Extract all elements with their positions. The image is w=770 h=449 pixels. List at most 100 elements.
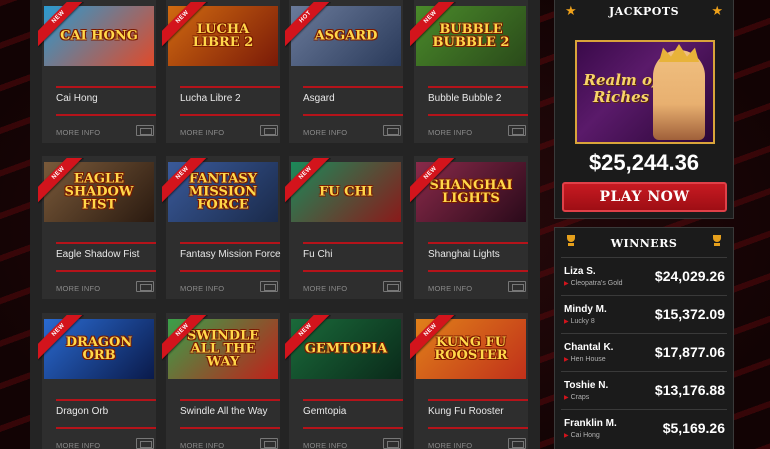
winner-name: Chantal K. <box>564 342 614 353</box>
badge-label: NEW <box>162 2 208 47</box>
more-info-link[interactable]: MORE INFO <box>56 441 100 449</box>
more-info-link[interactable]: MORE INFO <box>303 284 347 293</box>
device-icon <box>136 281 154 292</box>
badge-label: NEW <box>410 2 456 47</box>
game-card[interactable]: DRAGON ORB NEW Dragon Orb MORE INFO <box>38 313 156 449</box>
winner-game-label: Cai Hong <box>570 432 600 439</box>
game-title[interactable]: Bubble Bubble 2 <box>428 93 501 104</box>
winner-name: Toshie N. <box>564 380 609 391</box>
arrow-right-icon: ▶ <box>564 357 569 363</box>
game-card[interactable]: CAI HONG NEW Cai Hong MORE INFO <box>38 0 156 143</box>
more-info-link[interactable]: MORE INFO <box>56 128 100 137</box>
game-card[interactable]: ASGARD HOT Asgard MORE INFO <box>285 0 403 143</box>
winners-panel: WINNERS Liza S. ▶ Cleopatra's Gold $24,02… <box>554 227 734 449</box>
more-info-link[interactable]: MORE INFO <box>428 441 472 449</box>
badge-ribbon: NEW <box>162 315 208 361</box>
winner-amount: $15,372.09 <box>654 306 725 322</box>
game-card[interactable]: FANTASY MISSION FORCE NEW Fantasy Missio… <box>162 156 281 299</box>
game-title[interactable]: Asgard <box>303 93 335 104</box>
crown-icon <box>659 44 699 62</box>
more-info-link[interactable]: MORE INFO <box>56 284 100 293</box>
winner-game[interactable]: ▶ Lucky 8 <box>564 318 595 325</box>
divider <box>180 114 280 116</box>
badge-label: NEW <box>162 315 208 360</box>
winner-game[interactable]: ▶ Cleopatra's Gold <box>564 280 623 287</box>
more-info-link[interactable]: MORE INFO <box>180 441 224 449</box>
game-title[interactable]: Cai Hong <box>56 93 98 104</box>
winner-amount: $5,169.26 <box>662 420 725 436</box>
divider <box>428 86 528 88</box>
game-card[interactable]: FU CHI NEW Fu Chi MORE INFO <box>285 156 403 299</box>
game-card[interactable]: LUCHA LIBRE 2 NEW Lucha Libre 2 MORE INF… <box>162 0 280 143</box>
winner-game[interactable]: ▶ Hen House <box>564 356 606 363</box>
arrow-right-icon: ▶ <box>564 395 569 401</box>
divider <box>56 86 156 88</box>
game-title[interactable]: Kung Fu Rooster <box>428 406 504 417</box>
badge-label: NEW <box>285 158 331 203</box>
game-title[interactable]: Eagle Shadow Fist <box>56 249 139 260</box>
badge-label: NEW <box>285 315 331 360</box>
winner-row: Liza S. ▶ Cleopatra's Gold $24,029.26 <box>561 257 727 295</box>
game-card[interactable]: GEMTOPIA NEW Gemtopia MORE INFO <box>285 313 403 449</box>
winner-row: Toshie N. ▶ Craps $13,176.88 <box>561 371 727 409</box>
divider <box>56 399 156 401</box>
divider <box>180 242 280 244</box>
divider <box>428 399 528 401</box>
game-title[interactable]: Lucha Libre 2 <box>180 93 241 104</box>
winner-amount: $13,176.88 <box>654 382 725 398</box>
trophy-icon <box>711 235 723 247</box>
more-info-link[interactable]: MORE INFO <box>428 128 472 137</box>
badge-ribbon: NEW <box>162 158 208 204</box>
more-info-link[interactable]: MORE INFO <box>180 284 224 293</box>
winner-name: Franklin M. <box>564 418 617 429</box>
winner-game[interactable]: ▶ Cai Hong <box>564 432 600 439</box>
jackpot-game-image[interactable]: Realm of Riches <box>575 40 715 144</box>
more-info-link[interactable]: MORE INFO <box>303 128 347 137</box>
game-title[interactable]: Swindle All the Way <box>180 406 267 417</box>
game-title[interactable]: Gemtopia <box>303 406 346 417</box>
divider <box>428 427 528 429</box>
winner-amount: $17,877.06 <box>654 344 725 360</box>
game-title[interactable]: Fantasy Mission Force <box>180 249 281 260</box>
star-icon: ★ <box>711 3 723 18</box>
play-now-button[interactable]: PLAY NOW <box>562 182 727 212</box>
game-title[interactable]: Fu Chi <box>303 249 332 260</box>
divider <box>303 114 403 116</box>
divider <box>180 399 280 401</box>
badge-ribbon: HOT <box>285 2 331 48</box>
divider <box>303 242 403 244</box>
badge-label: NEW <box>410 158 456 203</box>
badge-ribbon: NEW <box>285 315 331 361</box>
winner-amount: $24,029.26 <box>654 268 725 284</box>
game-card[interactable]: BUBBLE BUBBLE 2 NEW Bubble Bubble 2 MORE… <box>410 0 528 143</box>
game-title[interactable]: Shanghai Lights <box>428 249 500 260</box>
game-title[interactable]: Dragon Orb <box>56 406 108 417</box>
game-card[interactable]: SHANGHAI LIGHTS NEW Shanghai Lights MORE… <box>410 156 528 299</box>
game-card[interactable]: EAGLE SHADOW FIST NEW Eagle Shadow Fist … <box>38 156 156 299</box>
more-info-link[interactable]: MORE INFO <box>180 128 224 137</box>
queen-illustration <box>653 50 705 140</box>
device-icon <box>260 281 278 292</box>
winner-row: Mindy M. ▶ Lucky 8 $15,372.09 <box>561 295 727 333</box>
device-icon <box>260 438 278 449</box>
divider <box>428 114 528 116</box>
game-card[interactable]: KUNG FU ROOSTER NEW Kung Fu Rooster MORE… <box>410 313 528 449</box>
winner-row: Chantal K. ▶ Hen House $17,877.06 <box>561 333 727 371</box>
badge-ribbon: NEW <box>285 158 331 204</box>
badge-ribbon: NEW <box>38 2 84 48</box>
game-card[interactable]: SWINDLE ALL THE WAY NEW Swindle All the … <box>162 313 280 449</box>
winner-game[interactable]: ▶ Craps <box>564 394 589 401</box>
divider <box>303 270 403 272</box>
divider <box>56 114 156 116</box>
arrow-right-icon: ▶ <box>564 319 569 325</box>
badge-ribbon: NEW <box>410 315 456 361</box>
device-icon <box>508 281 526 292</box>
badge-ribbon: NEW <box>38 315 84 361</box>
badge-label: NEW <box>38 2 84 47</box>
divider <box>303 86 403 88</box>
divider <box>56 242 156 244</box>
more-info-link[interactable]: MORE INFO <box>303 441 347 449</box>
badge-ribbon: NEW <box>410 2 456 48</box>
more-info-link[interactable]: MORE INFO <box>428 284 472 293</box>
arrow-right-icon: ▶ <box>564 433 569 439</box>
